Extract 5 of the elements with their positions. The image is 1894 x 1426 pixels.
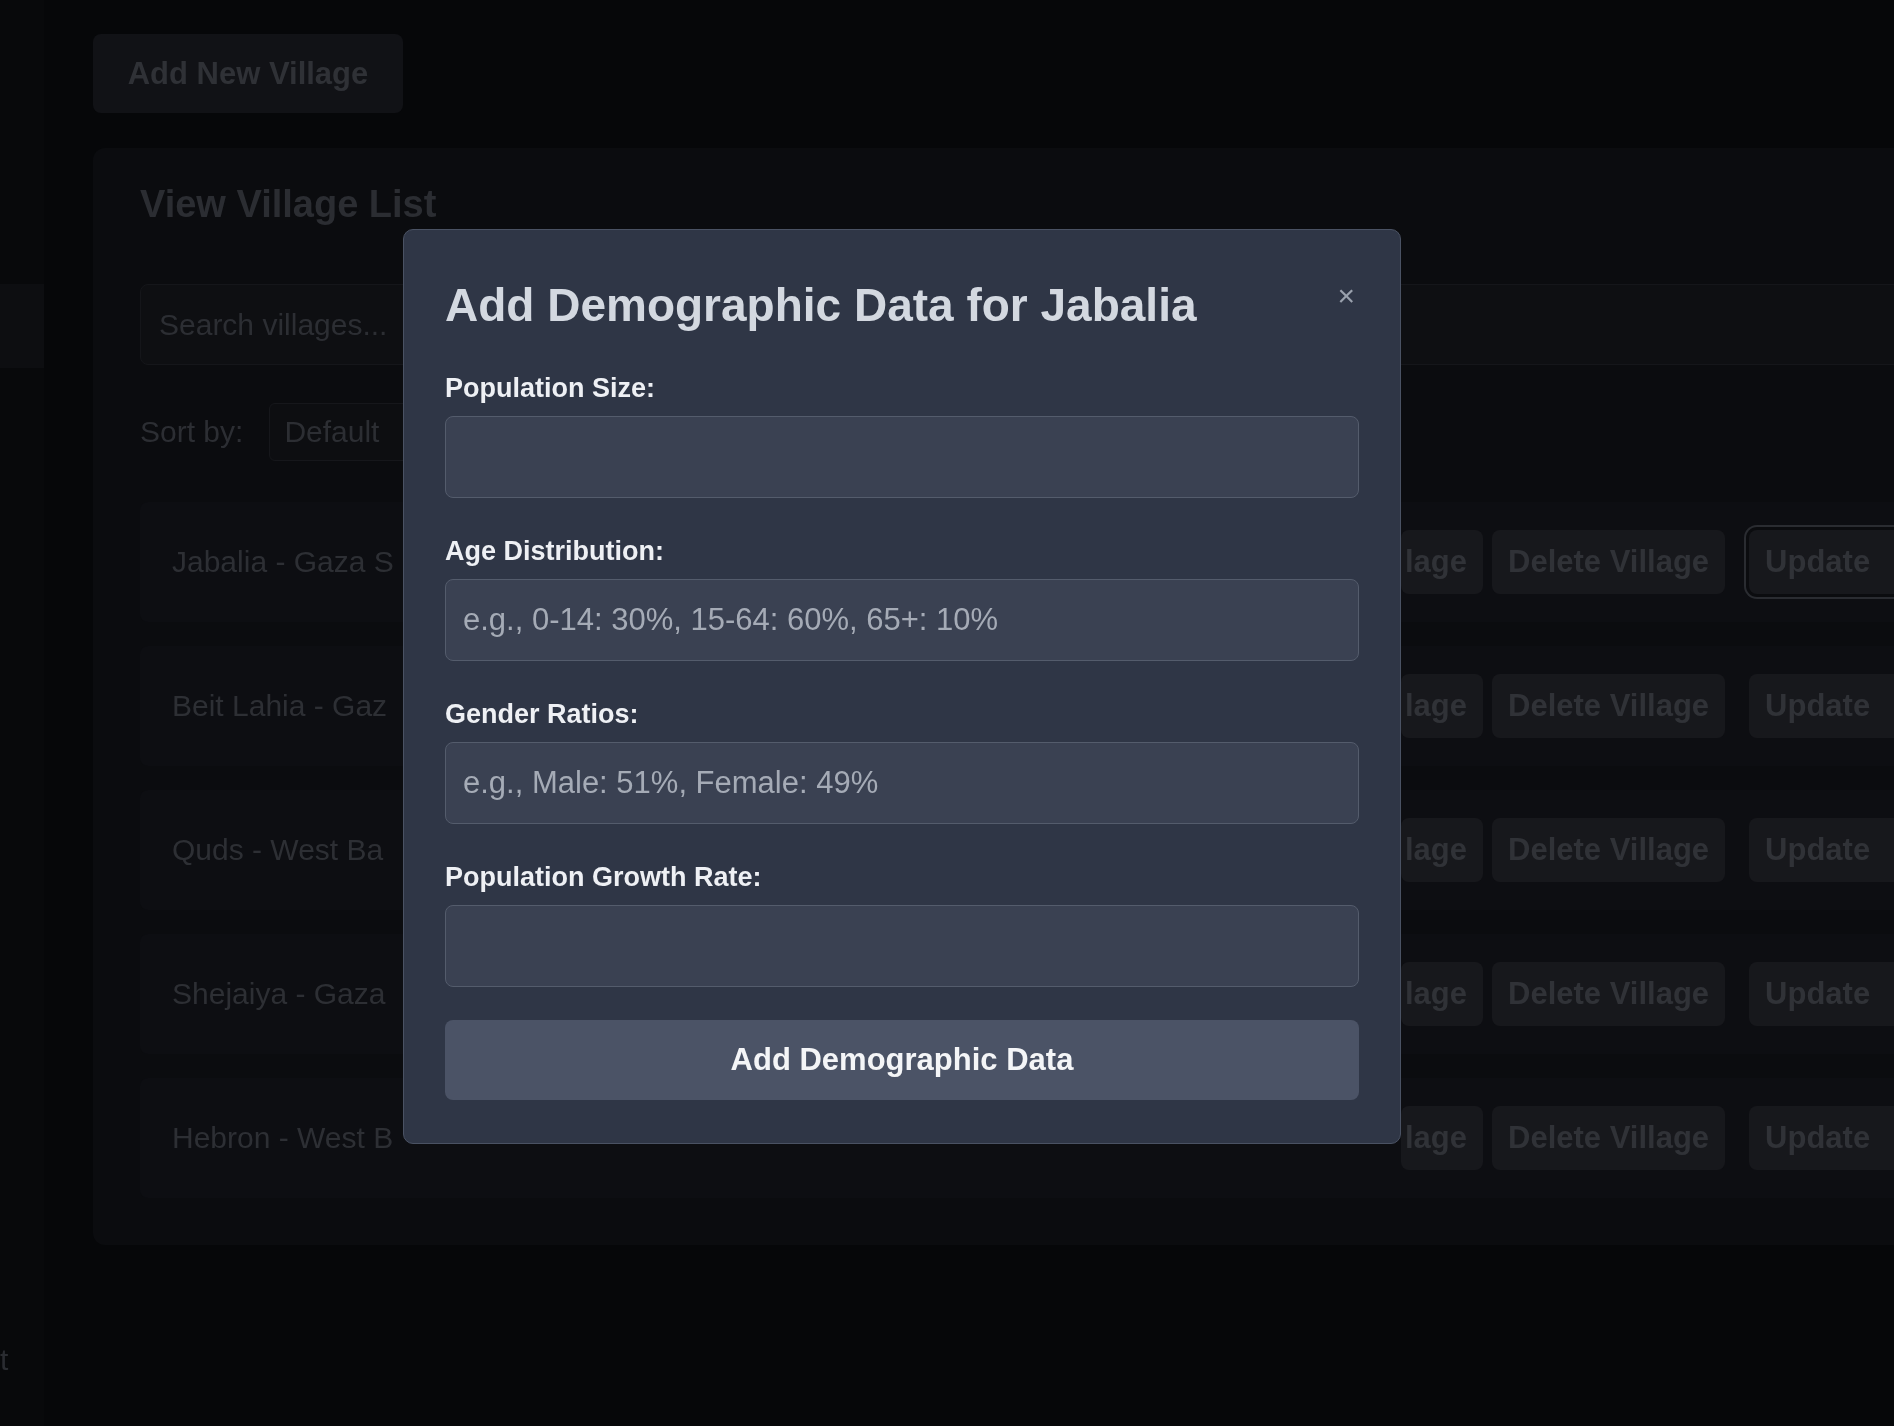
field-label: Age Distribution: [445,535,665,568]
field-label: Population Size: [445,372,656,405]
dialog-title: Add Demographic Data for Jabalia [445,278,1197,333]
field-label: Gender Ratios: [445,698,640,731]
field-label: Population Growth Rate: [445,861,763,894]
